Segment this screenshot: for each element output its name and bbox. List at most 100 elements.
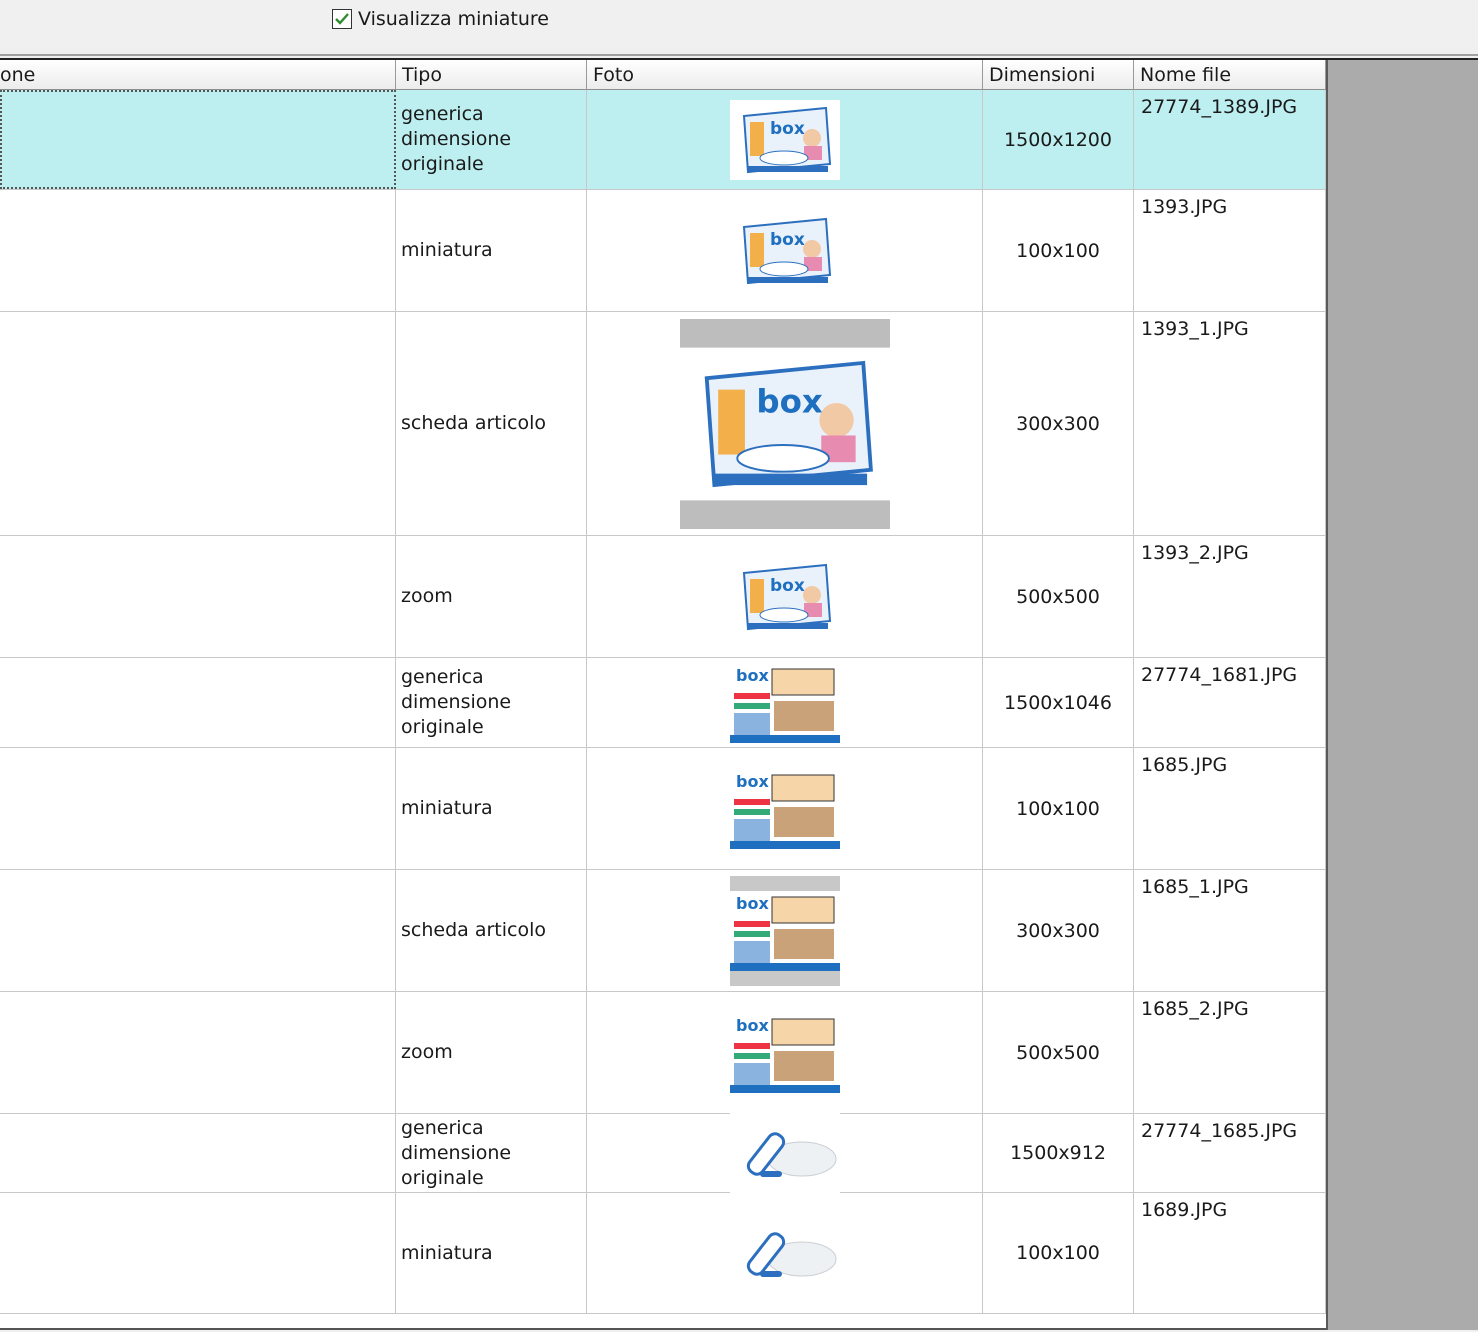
product-thumbnail[interactable]: box: [729, 662, 840, 743]
show-thumbnails-checkbox[interactable]: [332, 9, 352, 29]
cell-tipo[interactable]: generica dimensione originale: [396, 1114, 587, 1192]
cell-tipo[interactable]: zoom: [396, 536, 587, 657]
table-row[interactable]: generica dimensione originale 1500x912 277…: [0, 1113, 1326, 1193]
cell-descrizione[interactable]: [0, 1114, 396, 1192]
dimensioni-text: 1500x1200: [1004, 128, 1112, 151]
cell-nome-file[interactable]: 1393_1.JPG: [1134, 312, 1326, 535]
cell-descrizione[interactable]: [0, 748, 396, 869]
cell-tipo[interactable]: zoom: [396, 992, 587, 1113]
table-row[interactable]: miniatura box 100x100 1393.JPG: [0, 190, 1326, 312]
cell-tipo[interactable]: scheda articolo: [396, 312, 587, 535]
table-row[interactable]: scheda articolo box 300x300 1685_1.JPG: [0, 870, 1326, 992]
cell-descrizione[interactable]: [0, 992, 396, 1113]
table-row[interactable]: miniatura box 100x100 1685.JPG: [0, 748, 1326, 870]
cell-foto[interactable]: box: [587, 190, 983, 311]
cell-nome-file[interactable]: 1689.JPG: [1134, 1193, 1326, 1313]
table-row[interactable]: miniatura 100x100 1689.JPG: [0, 1193, 1326, 1314]
column-header-nome-file[interactable]: Nome file: [1134, 60, 1326, 90]
cell-descrizione[interactable]: [0, 190, 396, 311]
product-thumbnail[interactable]: box: [679, 318, 890, 529]
table-row[interactable]: generica dimensione originale box 1500x104…: [0, 658, 1326, 748]
cell-nome-file[interactable]: 27774_1389.JPG: [1134, 90, 1326, 189]
cell-dimensioni[interactable]: 1500x1200: [983, 90, 1134, 189]
dimensioni-text: 100x100: [1016, 1242, 1100, 1264]
cell-descrizione[interactable]: [0, 870, 396, 991]
product-thumbnail[interactable]: box: [729, 1012, 840, 1093]
cell-dimensioni[interactable]: 500x500: [983, 992, 1134, 1113]
cell-descrizione[interactable]: [0, 1193, 396, 1313]
cell-tipo[interactable]: miniatura: [396, 1193, 587, 1313]
cell-descrizione[interactable]: [0, 536, 396, 657]
svg-text:box: box: [736, 1016, 769, 1035]
cell-dimensioni[interactable]: 500x500: [983, 536, 1134, 657]
nome-file-text: 1393.JPG: [1141, 196, 1228, 218]
table-row[interactable]: zoom box 500x500 1685_2.JPG: [0, 992, 1326, 1114]
cell-dimensioni[interactable]: 100x100: [983, 190, 1134, 311]
cell-nome-file[interactable]: 1393.JPG: [1134, 190, 1326, 311]
cell-descrizione[interactable]: [0, 90, 396, 189]
cell-dimensioni[interactable]: 100x100: [983, 748, 1134, 869]
product-thumbnail[interactable]: box: [729, 556, 840, 637]
table-row[interactable]: generica dimensione originale box 1500x120…: [0, 90, 1326, 190]
cell-tipo[interactable]: miniatura: [396, 190, 587, 311]
cell-foto[interactable]: box: [587, 312, 983, 535]
cell-dimensioni[interactable]: 300x300: [983, 870, 1134, 991]
cell-dimensioni[interactable]: 1500x1046: [983, 658, 1134, 747]
empty-area: [1326, 60, 1478, 1330]
column-header-foto[interactable]: Foto: [587, 60, 983, 90]
svg-text:box: box: [756, 382, 823, 420]
cell-nome-file[interactable]: 1685.JPG: [1134, 748, 1326, 869]
product-thumbnail[interactable]: box: [729, 875, 840, 986]
cell-foto[interactable]: [587, 1113, 983, 1193]
cell-nome-file[interactable]: 1685_1.JPG: [1134, 870, 1326, 991]
cell-tipo[interactable]: generica dimensione originale: [396, 90, 587, 189]
tipo-text: miniatura: [401, 239, 493, 261]
cell-nome-file[interactable]: 27774_1681.JPG: [1134, 658, 1326, 747]
product-thumbnail[interactable]: [729, 1213, 840, 1293]
cell-nome-file[interactable]: 1393_2.JPG: [1134, 536, 1326, 657]
product-thumbnail[interactable]: box: [729, 210, 840, 291]
cell-foto[interactable]: box: [587, 748, 983, 869]
cell-descrizione[interactable]: [0, 658, 396, 747]
column-header-dimensioni[interactable]: Dimensioni: [983, 60, 1134, 90]
cell-dimensioni[interactable]: 100x100: [983, 1193, 1134, 1313]
cell-foto[interactable]: box: [587, 870, 983, 991]
column-header-descrizione[interactable]: one: [0, 60, 396, 90]
svg-text:box: box: [770, 119, 805, 139]
cell-tipo[interactable]: miniatura: [396, 748, 587, 869]
cell-foto[interactable]: box: [587, 90, 983, 189]
dimensioni-text: 100x100: [1016, 239, 1100, 262]
column-header-tipo[interactable]: Tipo: [396, 60, 587, 90]
cell-dimensioni[interactable]: 1500x912: [983, 1114, 1134, 1192]
product-thumbnail[interactable]: box: [729, 768, 840, 849]
cell-foto[interactable]: box: [587, 536, 983, 657]
cell-nome-file[interactable]: 27774_1685.JPG: [1134, 1114, 1326, 1192]
tipo-text: miniatura: [401, 1241, 493, 1264]
dimensioni-text: 300x300: [1016, 919, 1100, 942]
cell-descrizione[interactable]: [0, 312, 396, 535]
svg-text:box: box: [736, 894, 769, 913]
nome-file-text: 1393_2.JPG: [1141, 542, 1249, 564]
cell-foto[interactable]: [587, 1193, 983, 1313]
cell-dimensioni[interactable]: 300x300: [983, 312, 1134, 535]
cell-foto[interactable]: box: [587, 658, 983, 747]
product-thumbnail[interactable]: box: [729, 99, 840, 180]
nome-file-text: 1685_2.JPG: [1141, 998, 1249, 1020]
tipo-text: generica dimensione originale: [401, 666, 512, 738]
cell-nome-file[interactable]: 1685_2.JPG: [1134, 992, 1326, 1113]
show-thumbnails-label[interactable]: Visualizza miniature: [358, 8, 549, 30]
svg-text:box: box: [770, 230, 805, 250]
cell-foto[interactable]: box: [587, 992, 983, 1113]
nome-file-text: 1685.JPG: [1141, 754, 1228, 776]
show-thumbnails-option[interactable]: Visualizza miniature: [332, 8, 549, 30]
tipo-text: scheda articolo: [401, 919, 546, 941]
table-row[interactable]: zoom box 500x500 1393_2.JPG: [0, 536, 1326, 658]
cell-tipo[interactable]: scheda articolo: [396, 870, 587, 991]
nome-file-text: 27774_1685.JPG: [1141, 1120, 1298, 1142]
product-thumbnail[interactable]: [729, 1113, 840, 1193]
svg-text:box: box: [736, 666, 769, 685]
cell-tipo[interactable]: generica dimensione originale: [396, 658, 587, 747]
nome-file-text: 27774_1389.JPG: [1141, 96, 1298, 118]
table-row[interactable]: scheda articolo box 300x300 1393_1.JPG: [0, 312, 1326, 536]
dimensioni-text: 300x300: [1016, 412, 1100, 435]
